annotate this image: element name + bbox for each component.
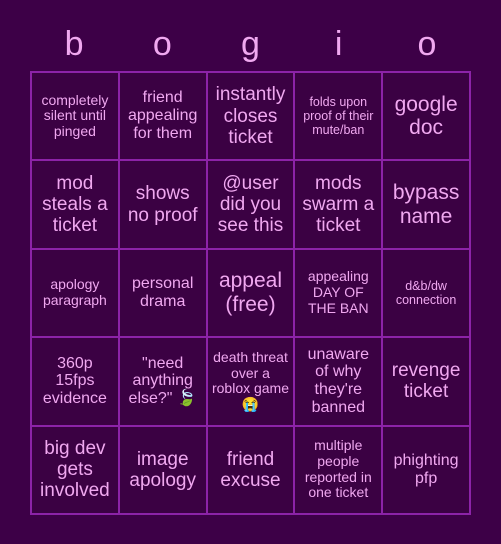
bingo-cell-label: "need anything else?" 🍃 — [128, 354, 197, 408]
bingo-cell-label: multiple people reported in one ticket — [304, 437, 372, 501]
bingo-cell[interactable]: instantly closes ticket — [207, 73, 294, 160]
bingo-cell-label: @user did you see this — [217, 172, 284, 237]
bingo-cell-label: appealing DAY OF THE BAN — [307, 268, 369, 316]
bingo-cell-label: phighting pfp — [393, 451, 459, 487]
bingo-grid: completely silent until pinged friend ap… — [30, 71, 471, 515]
bingo-cell-label: image apology — [129, 448, 196, 491]
bingo-cell[interactable]: google doc — [383, 73, 469, 160]
bingo-cell[interactable]: "need anything else?" 🍃 — [119, 338, 206, 425]
bingo-cell[interactable]: 360p 15fps evidence — [32, 338, 118, 425]
bingo-cell[interactable]: big dev gets involved — [32, 426, 118, 513]
bingo-cell-label: death threat over a roblox game 😭 — [211, 349, 290, 413]
bingo-cell-label: folds upon proof of their mute/ban — [303, 95, 374, 138]
bingo-cell[interactable]: revenge ticket — [383, 338, 469, 425]
bingo-cell-label: apology paragraph — [42, 276, 107, 308]
bingo-cell-label: personal drama — [132, 275, 194, 310]
bingo-cell-label: big dev gets involved — [40, 437, 110, 502]
bingo-cell-label: d&b/dw connection — [395, 278, 457, 307]
bingo-cell[interactable]: folds upon proof of their mute/ban — [295, 73, 382, 160]
bingo-cell-label: 360p 15fps evidence — [42, 354, 107, 408]
bingo-cell-label: mods swarm a ticket — [302, 172, 375, 237]
bingo-cell[interactable]: image apology — [119, 426, 206, 513]
bingo-cell[interactable]: mod steals a ticket — [32, 161, 118, 248]
bingo-cell-label: appeal (free) — [218, 269, 283, 316]
bingo-cell-label: revenge ticket — [391, 360, 461, 403]
bingo-header-letter-3: i — [334, 25, 343, 63]
bingo-cell[interactable]: phighting pfp — [383, 426, 469, 513]
bingo-cell[interactable]: unaware of why they're banned — [295, 338, 382, 425]
bingo-cell[interactable]: bypass name — [383, 161, 469, 248]
bingo-header-letter-0: b — [64, 25, 84, 63]
bingo-cell-label: google doc — [394, 92, 458, 140]
bingo-card: b o g i o completely silent until pinged… — [0, 0, 501, 544]
bingo-cell-label: instantly closes ticket — [215, 84, 286, 148]
bingo-header-letter-4: o — [417, 25, 437, 63]
bingo-cell-label: bypass name — [392, 181, 460, 228]
bingo-cell-free[interactable]: appeal (free) — [207, 249, 294, 337]
bingo-cell[interactable]: personal drama — [119, 249, 206, 337]
bingo-cell[interactable]: death threat over a roblox game 😭 — [207, 338, 294, 425]
bingo-cell[interactable]: friend excuse — [207, 426, 294, 513]
bingo-cell[interactable]: multiple people reported in one ticket — [295, 426, 382, 513]
bingo-cell[interactable]: appealing DAY OF THE BAN — [295, 249, 382, 337]
bingo-cell[interactable]: d&b/dw connection — [383, 249, 469, 337]
bingo-cell[interactable]: shows no proof — [119, 161, 206, 248]
bingo-cell[interactable]: friend appealing for them — [119, 73, 206, 160]
bingo-header-letter-2: g — [241, 25, 260, 63]
bingo-cell[interactable]: mods swarm a ticket — [295, 161, 382, 248]
bingo-cell[interactable]: completely silent until pinged — [32, 73, 118, 160]
bingo-cell[interactable]: @user did you see this — [207, 161, 294, 248]
bingo-cell-label: friend appealing for them — [127, 89, 198, 143]
bingo-cell[interactable]: apology paragraph — [32, 249, 118, 337]
bingo-cell-label: friend excuse — [220, 448, 281, 491]
bingo-cell-label: mod steals a ticket — [42, 172, 108, 237]
bingo-cell-label: completely silent until pinged — [41, 91, 109, 140]
bingo-header-letter-1: o — [152, 25, 172, 63]
bingo-cell-label: unaware of why they're banned — [307, 345, 369, 417]
bingo-cell-label: shows no proof — [127, 183, 198, 226]
bingo-header-row: b o g i o — [30, 18, 471, 70]
